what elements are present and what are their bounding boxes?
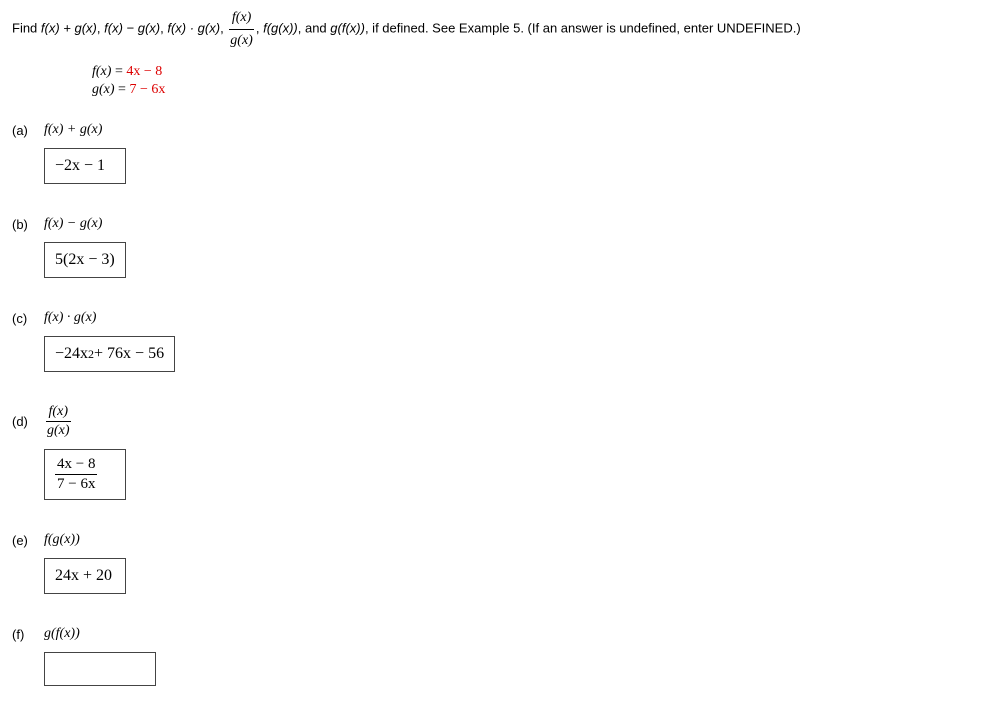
part-e-answer: 24x + 20 [55,567,112,585]
part-e-expr: f(g(x)) [44,532,80,548]
part-c-answer-box[interactable]: −24x2 + 76x − 56 [44,336,175,372]
part-b: (b) f(x) − g(x) 5(2x − 3) [12,216,988,278]
part-e-label: (e) [12,533,44,548]
given-functions: f(x) = 4x − 8 g(x) = 7 − 6x [92,64,988,98]
given-f-lhs: f(x) [92,64,111,79]
part-b-answer-box[interactable]: 5(2x − 3) [44,242,126,278]
part-a-answer-box[interactable]: −2x − 1 [44,148,126,184]
instruction: Find f(x) + g(x), f(x) − g(x), f(x) · g(… [12,8,988,50]
part-b-answer: 5(2x − 3) [55,251,115,269]
instr-e3: f(x) · g(x) [167,21,220,36]
part-e-answer-box[interactable]: 24x + 20 [44,558,126,594]
part-d-expr-num: f(x) [46,404,71,422]
given-f-val: 4x − 8 [126,64,162,79]
part-a-expr: f(x) + g(x) [44,122,102,138]
part-b-label: (b) [12,217,44,232]
given-g-eq: = [115,82,130,97]
instr-e5: f(g(x)) [263,21,298,36]
part-a: (a) f(x) + g(x) −2x − 1 [12,122,988,184]
part-d-answer-num: 4x − 8 [55,456,97,475]
given-g-val: 7 − 6x [129,82,165,97]
given-g: g(x) = 7 − 6x [92,82,988,98]
instr-e1: f(x) + g(x) [41,21,97,36]
part-c-answer-post: + 76x − 56 [94,345,164,363]
part-d-expr-fraction: f(x) g(x) [44,404,73,439]
instr-frac-den: g(x) [227,30,256,51]
part-d-answer-den: 7 − 6x [55,475,97,493]
part-c: (c) f(x) · g(x) −24x2 + 76x − 56 [12,310,988,372]
part-d-answer-fraction: 4x − 8 7 − 6x [55,456,97,493]
part-f-answer-box[interactable] [44,652,156,686]
instr-e2: f(x) − g(x) [104,21,160,36]
part-f: (f) g(f(x)) [12,626,988,686]
part-f-label: (f) [12,627,44,642]
part-b-expr: f(x) − g(x) [44,216,102,232]
instr-suffix: , if defined. See Example 5. (If an answ… [365,21,801,36]
part-e: (e) f(g(x)) 24x + 20 [12,532,988,594]
part-a-answer: −2x − 1 [55,157,105,175]
instr-frac-num: f(x) [229,8,254,30]
part-a-label: (a) [12,123,44,138]
part-f-expr: g(f(x)) [44,626,80,642]
part-c-expr: f(x) · g(x) [44,310,96,326]
instr-e6: g(f(x)) [330,21,365,36]
given-g-lhs: g(x) [92,82,115,97]
instr-e6-prefix: , and [298,21,331,36]
instr-fraction: f(x) g(x) [227,8,256,50]
instr-prefix: Find [12,21,41,36]
part-c-label: (c) [12,311,44,326]
part-c-answer-pre: −24x [55,345,88,363]
given-f-eq: = [111,64,126,79]
part-d-answer-box[interactable]: 4x − 8 7 − 6x [44,449,126,500]
part-d-label: (d) [12,414,44,429]
part-d-expr-den: g(x) [44,422,73,439]
part-d: (d) f(x) g(x) 4x − 8 7 − 6x [12,404,988,500]
given-f: f(x) = 4x − 8 [92,64,988,80]
